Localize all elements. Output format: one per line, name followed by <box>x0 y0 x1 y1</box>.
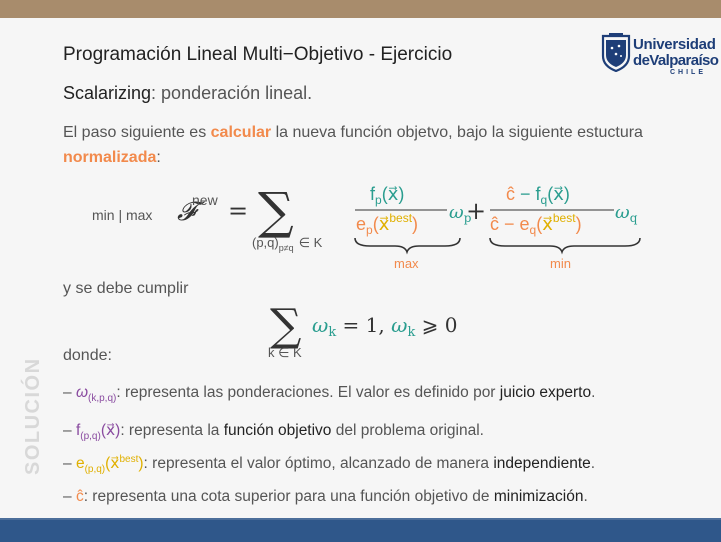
subtitle-rest: : ponderación lineal. <box>151 83 313 103</box>
fraction2-denominator: ĉ − eq(x⃗best) <box>490 211 582 237</box>
bottom-bar <box>0 520 721 542</box>
item-symbol: f(p,q)(x⃗) <box>75 422 121 443</box>
objective-formula: min | max 𝓕 new = ∑ (p,q)p≠q ∈ K fp(x⃗) e… <box>92 182 641 271</box>
formula-equals: = <box>228 197 248 225</box>
para-text-1: El paso siguiente es <box>63 124 211 141</box>
constraint-formula: ∑ k ∈ K ωk = 1, ωk ⩾ 0 <box>268 300 458 360</box>
constraint-intro: y se debe cumplir <box>63 280 189 297</box>
para-highlight-calcular: calcular <box>210 124 272 141</box>
item-dash: – <box>63 422 76 439</box>
item-symbol: ω(k,p,q) <box>75 384 117 405</box>
top-bar <box>0 0 721 18</box>
intro-paragraph: El paso siguiente es calcular la nueva f… <box>63 120 643 170</box>
constraint-index: k ∈ K <box>268 345 302 360</box>
item-c-hat: – ĉ: representa una cota superior para u… <box>63 488 588 506</box>
item-end: del problema original. <box>331 422 484 439</box>
formula-minmax: min | max <box>92 207 152 223</box>
item-end: . <box>591 384 596 401</box>
item-text: : representa una cota superior para una … <box>83 488 494 505</box>
logo-line3: CHILE <box>670 69 706 76</box>
item-dash: – <box>63 384 76 401</box>
item-e: – e(p,q)(x⃗best): representa el valor óp… <box>63 454 595 475</box>
para-text-2: la nueva función objetvo, bajo la siguie… <box>271 124 643 141</box>
fraction1-numerator: fp(x⃗) <box>370 184 404 207</box>
university-logo: Universidad deValparaíso CHILE <box>598 28 719 80</box>
item-dash: – <box>63 455 76 473</box>
item-text: : representa las ponderaciones. El valor… <box>116 384 500 401</box>
side-label-solucion: SOLUCIÓN <box>22 357 44 475</box>
item-text: : representa la <box>120 422 224 439</box>
donde-label: donde: <box>63 347 112 364</box>
item-dash: – <box>63 488 76 505</box>
slide-title: Programación Lineal Multi−Objetivo - Eje… <box>63 44 453 65</box>
logo-line2: deValparaíso <box>633 52 719 69</box>
constraint-sum: ∑ <box>270 300 301 351</box>
para-highlight-normalizada: normalizada <box>63 149 157 166</box>
crest-icon <box>601 33 631 72</box>
item-symbol: ĉ <box>75 488 84 505</box>
item-omega: – ω(k,p,q): representa las ponderaciones… <box>63 384 595 404</box>
item-bold: independiente <box>493 455 591 473</box>
brace-min <box>489 237 641 255</box>
brace-max <box>354 237 461 255</box>
item-bold: función objetivo <box>223 422 332 439</box>
item-end: . <box>590 455 596 473</box>
item-bold: juicio experto <box>499 384 592 401</box>
formula-omega-q: ωq <box>615 202 638 225</box>
para-text-3: : <box>156 149 161 166</box>
fraction2-numerator: ĉ − fq(x⃗) <box>506 184 570 207</box>
subtitle-keyword: Scalarizing <box>63 83 152 103</box>
constraint-text: ωk = 1, ωk ⩾ 0 <box>312 313 458 340</box>
formula-sum: ∑ <box>258 182 294 240</box>
item-bold: minimización <box>493 488 584 505</box>
brace-max-label: max <box>394 256 419 271</box>
item-end: . <box>583 488 588 505</box>
item-symbol: e(p,q)(x⃗best) <box>75 454 144 476</box>
logo-line1: Universidad <box>633 36 716 53</box>
item-text: : representa el valor óptimo, alcanzado … <box>143 455 494 473</box>
brace-min-label: min <box>550 256 571 271</box>
formula-new-sup: new <box>192 192 219 208</box>
formula-plus: + <box>466 197 486 225</box>
subtitle: Scalarizing: ponderación lineal. <box>63 83 312 104</box>
fraction1-denominator: ep(x⃗best) <box>356 211 418 237</box>
item-f: – f(p,q)(x⃗): representa la función obje… <box>63 421 484 442</box>
